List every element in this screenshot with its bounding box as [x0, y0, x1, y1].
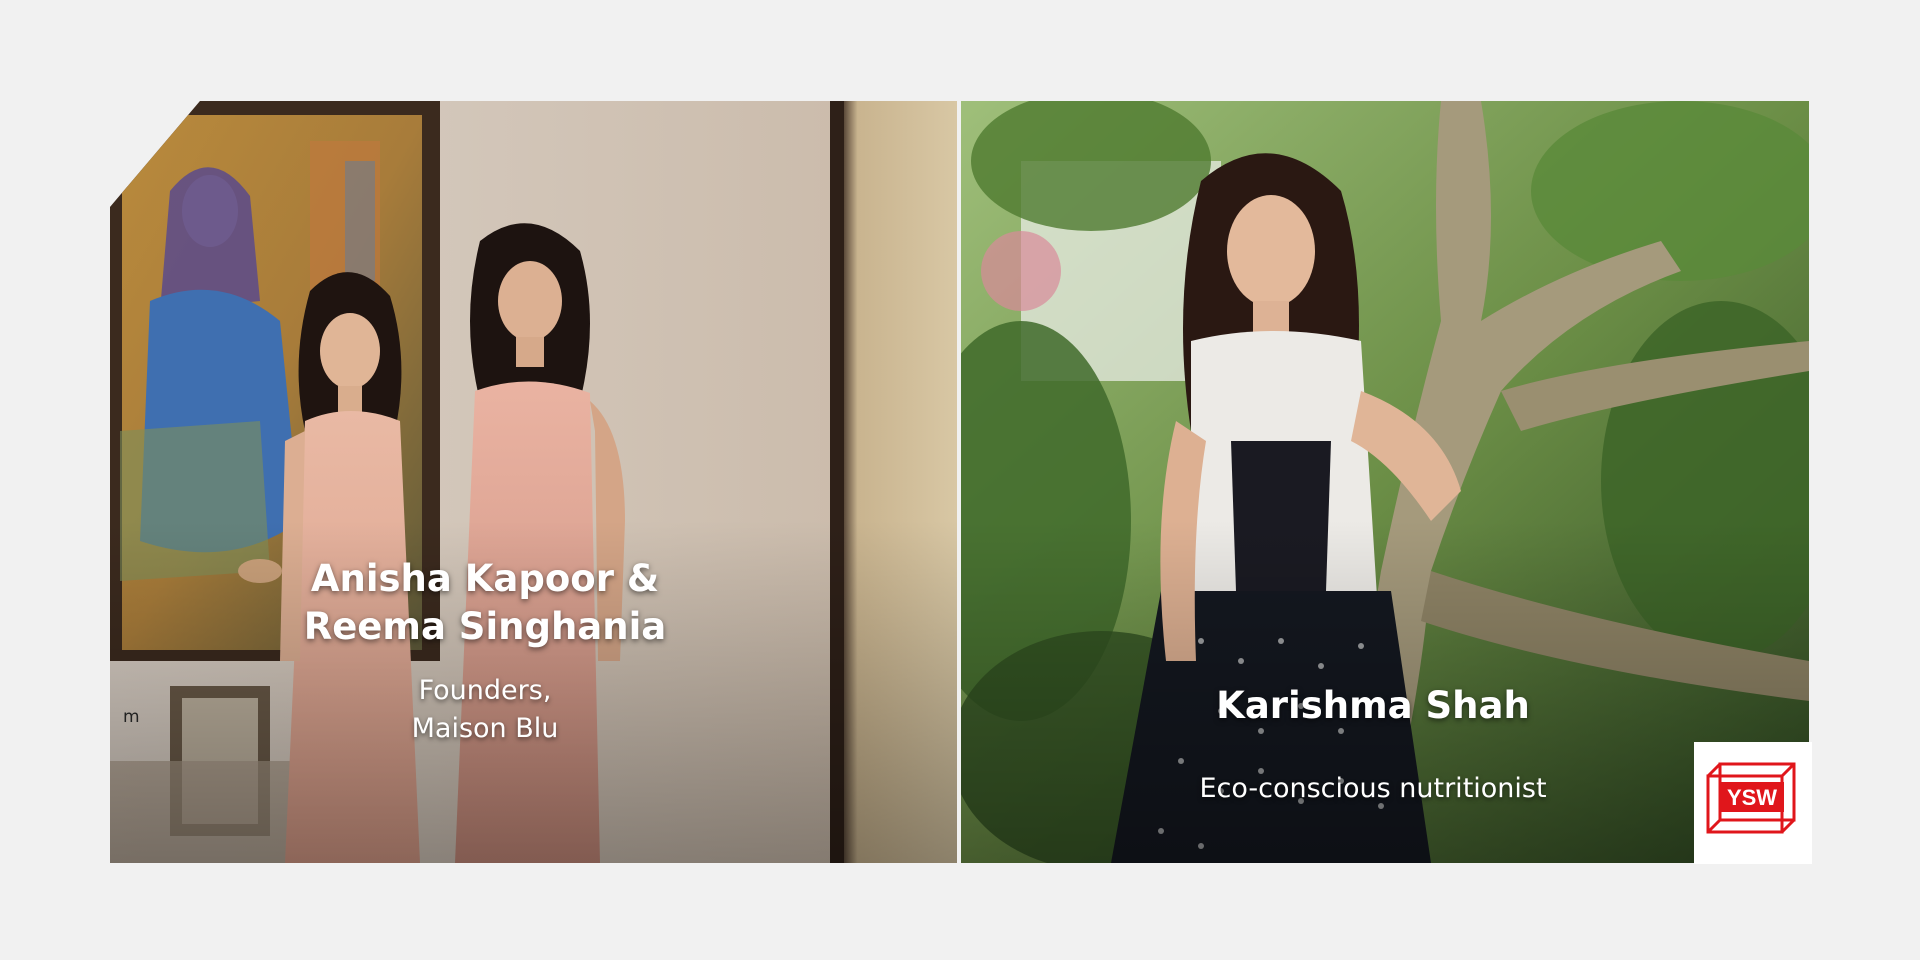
ysw-logo[interactable]: YSW	[1694, 742, 1812, 864]
founders-role-line1: Founders,	[418, 675, 552, 706]
ysw-logo-text: YSW	[1727, 785, 1777, 810]
nutritionist-photo	[961, 101, 1809, 863]
right-photo-panel	[961, 101, 1809, 863]
founders-role-caption: Founders, Maison Blu	[250, 672, 720, 748]
founders-photo	[110, 101, 957, 863]
founders-name-line1: Anisha Kapoor &	[310, 557, 660, 600]
founders-role-line2: Maison Blu	[411, 713, 559, 744]
nutritionist-role-caption: Eco-conscious nutritionist	[1199, 773, 1547, 804]
founders-name-caption: Anisha Kapoor & Reema Singhania	[250, 555, 720, 651]
nutritionist-name-caption: Karishma Shah	[1216, 684, 1530, 727]
left-edge-label: m	[123, 707, 140, 727]
founders-name-line2: Reema Singhania	[303, 605, 667, 648]
left-photo-panel	[110, 101, 957, 863]
ysw-logo-icon: YSW	[1706, 762, 1796, 834]
